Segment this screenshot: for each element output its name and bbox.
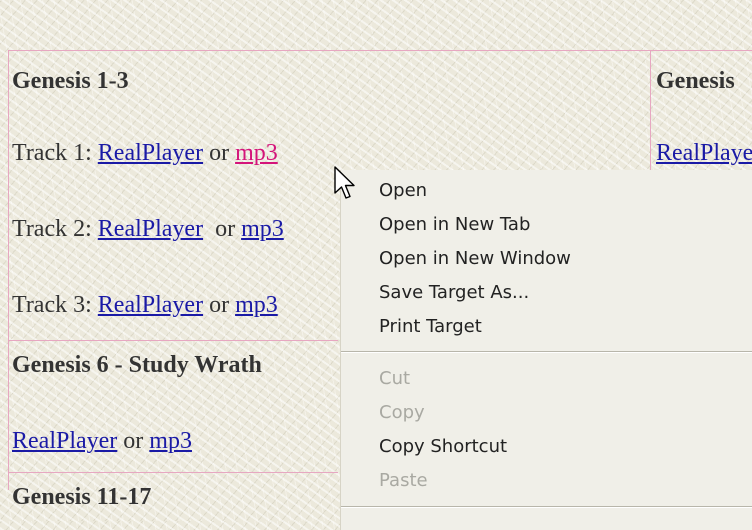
context-menu: Open Open in New Tab Open in New Window …: [340, 170, 752, 530]
track-2-row: Track 2: RealPlayer or mp3: [12, 216, 284, 243]
menu-item-print-target[interactable]: Print Target: [379, 316, 482, 337]
section-title-genesis-1-3: Genesis 1-3: [12, 68, 129, 94]
track-1-mp3-link[interactable]: mp3: [235, 140, 278, 166]
menu-item-save-target-as[interactable]: Save Target As...: [379, 282, 529, 303]
or-text: or: [203, 216, 242, 242]
genesis-6-row: RealPlayer or mp3: [12, 428, 192, 455]
menu-item-paste: Paste: [379, 470, 428, 491]
or-text: or: [117, 428, 150, 454]
row-border-genesis-6: [8, 340, 338, 341]
track-label: Track 2:: [12, 216, 98, 242]
table-border-left: [8, 50, 9, 490]
track-3-row: Track 3: RealPlayer or mp3: [12, 292, 278, 319]
menu-separator: [341, 506, 752, 508]
track-label: Track 3:: [12, 292, 98, 318]
track-2-realplayer-link[interactable]: RealPlayer: [98, 216, 203, 242]
table-border-divider: [650, 50, 651, 170]
genesis-6-realplayer-link[interactable]: RealPlayer: [12, 428, 117, 454]
genesis-6-mp3-link[interactable]: mp3: [149, 428, 192, 454]
genesis-right-row: RealPlayer: [656, 140, 752, 167]
or-text: or: [203, 140, 236, 166]
menu-item-copy-shortcut[interactable]: Copy Shortcut: [379, 436, 507, 457]
track-2-mp3-link[interactable]: mp3: [241, 216, 284, 242]
menu-item-open-new-tab[interactable]: Open in New Tab: [379, 214, 530, 235]
section-title-genesis-right: Genesis: [656, 68, 735, 94]
genesis-right-realplayer-link[interactable]: RealPlayer: [656, 140, 752, 166]
track-3-realplayer-link[interactable]: RealPlayer: [98, 292, 203, 318]
menu-item-copy: Copy: [379, 402, 425, 423]
or-text: or: [203, 292, 236, 318]
menu-item-open[interactable]: Open: [379, 180, 427, 201]
table-border-top: [8, 50, 752, 51]
track-label: Track 1:: [12, 140, 98, 166]
arrow-pointer-icon: [334, 166, 355, 199]
section-title-genesis-6: Genesis 6 - Study Wrath: [12, 352, 262, 378]
menu-item-open-new-window[interactable]: Open in New Window: [379, 248, 571, 269]
track-1-realplayer-link[interactable]: RealPlayer: [98, 140, 203, 166]
menu-separator: [341, 351, 752, 353]
section-title-genesis-11-17: Genesis 11-17: [12, 484, 152, 510]
track-1-row: Track 1: RealPlayer or mp3: [12, 140, 278, 167]
row-border-genesis-11: [8, 472, 338, 473]
track-3-mp3-link[interactable]: mp3: [235, 292, 278, 318]
menu-item-cut: Cut: [379, 368, 411, 389]
